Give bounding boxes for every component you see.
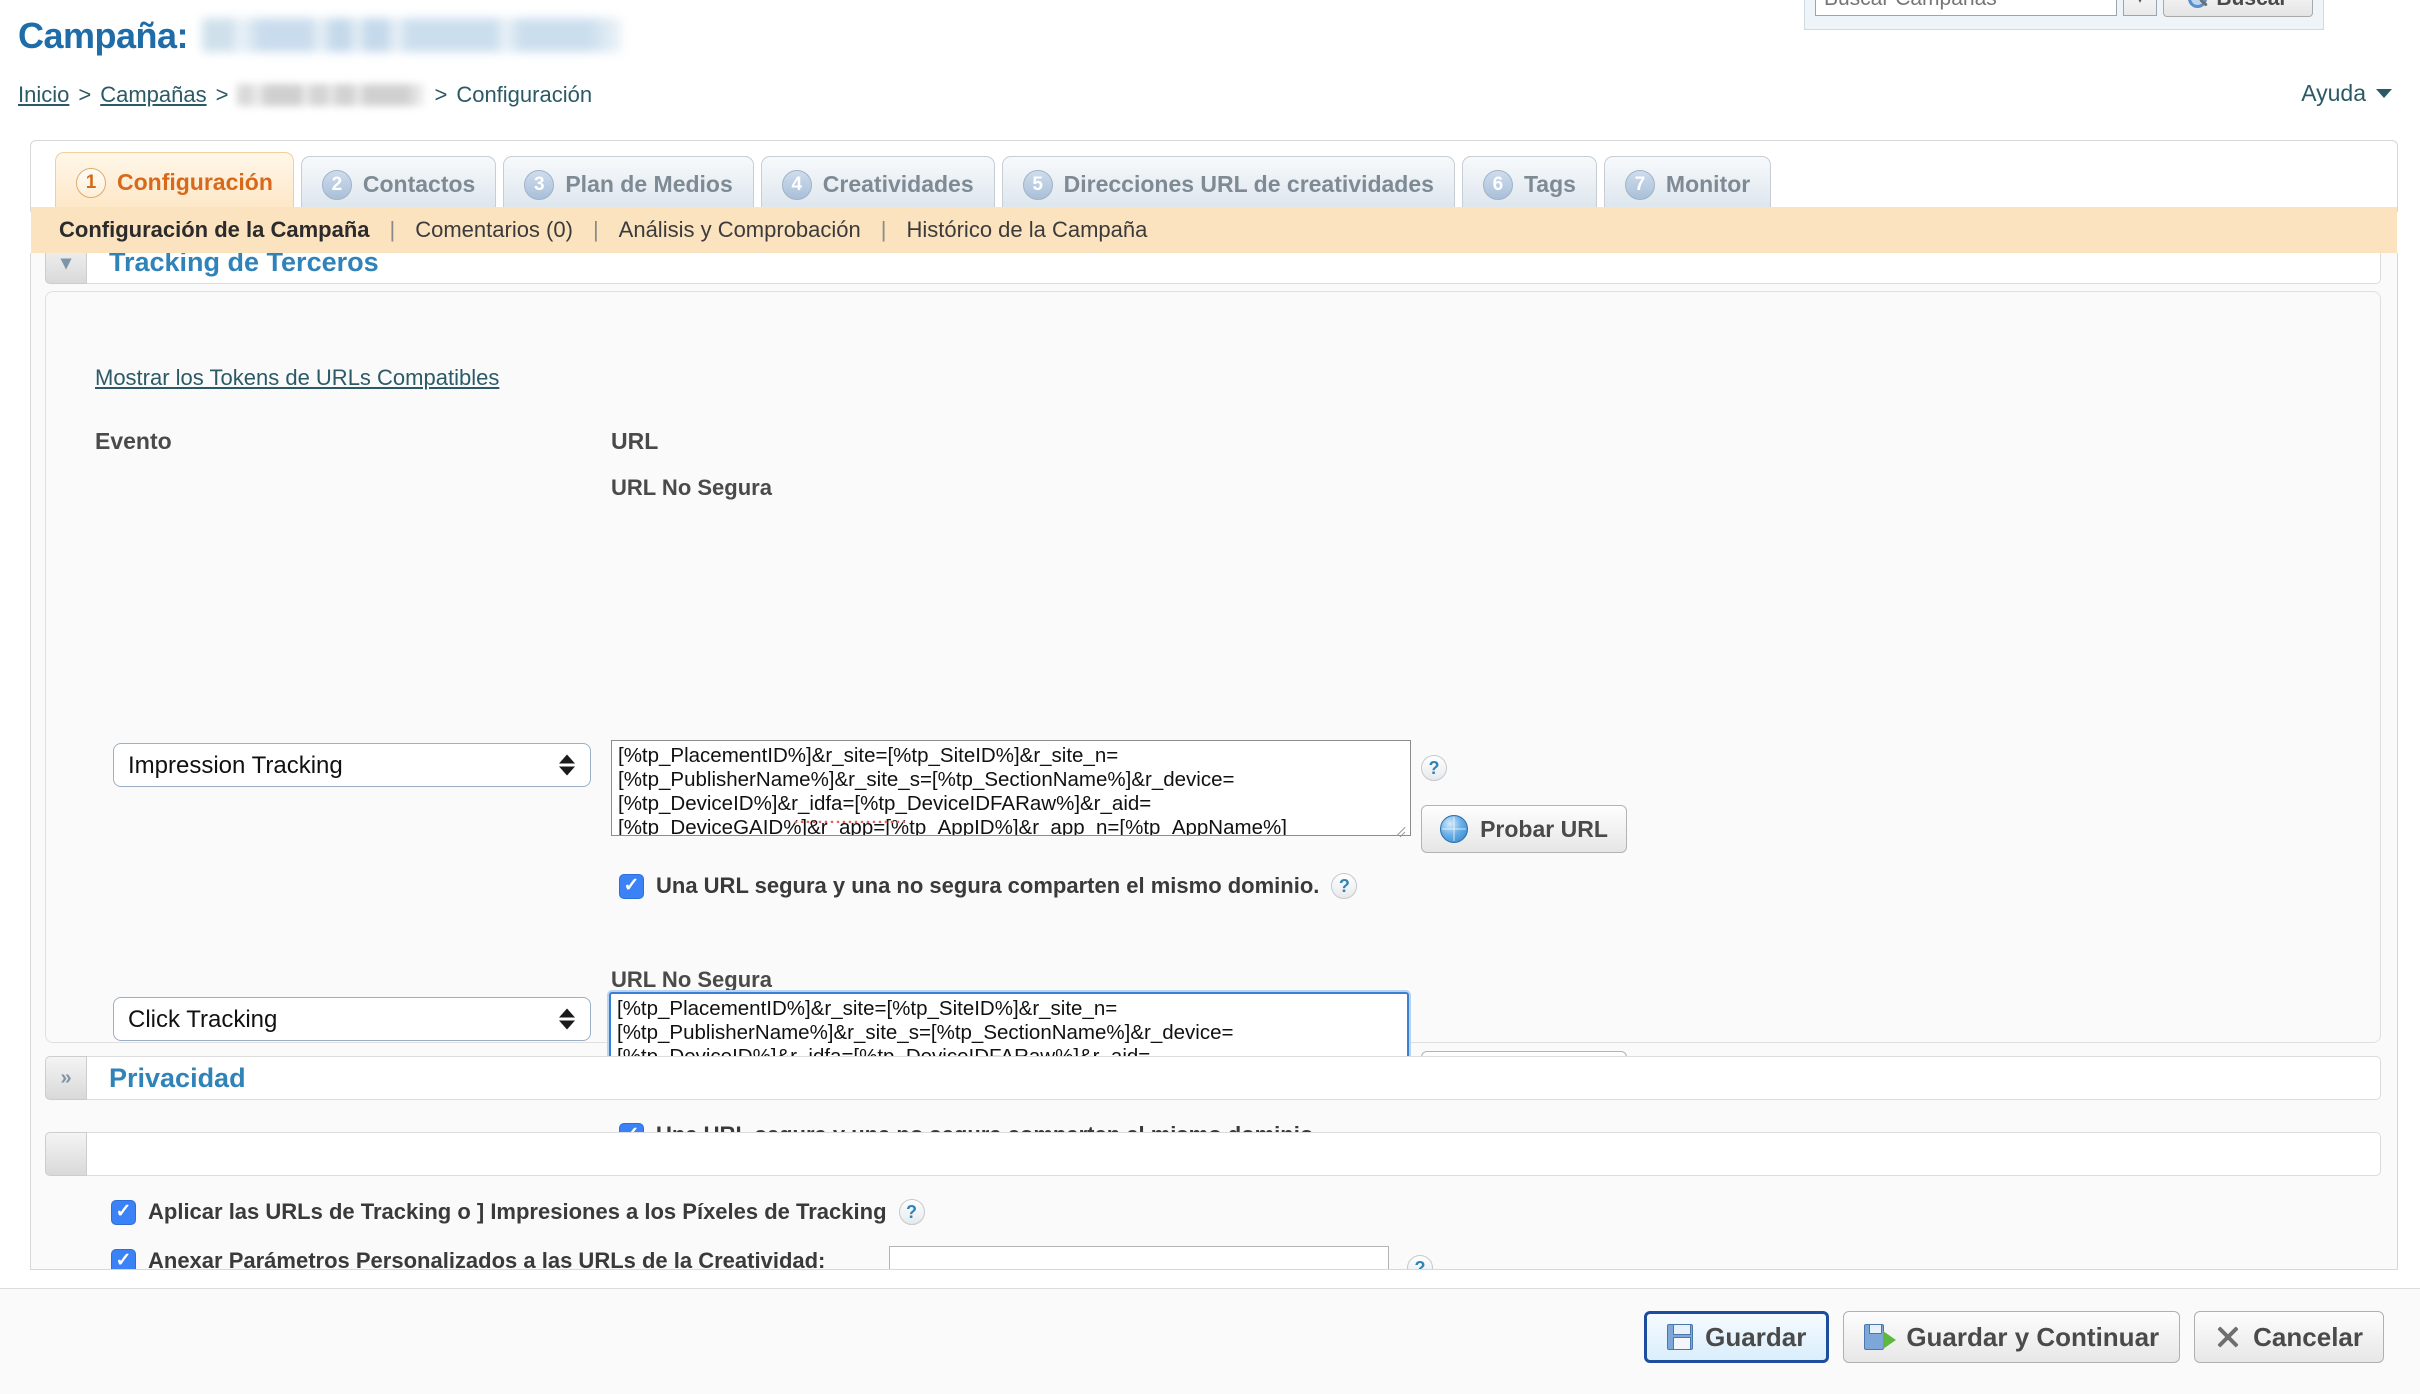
section-header-privacidad[interactable]: » Privacidad	[45, 1055, 2381, 1101]
tab-number: 7	[1624, 169, 1655, 200]
tab-plan-de-medios[interactable]: 3 Plan de Medios	[503, 156, 754, 212]
same-domain-row1[interactable]: Una URL segura y una no segura comparten…	[619, 873, 1358, 899]
search-icon	[2188, 0, 2208, 9]
globe-icon	[1440, 815, 1469, 843]
tab-label: Direcciones URL de creatividades	[1063, 171, 1434, 197]
apply-tracking-urls-label: Aplicar las URLs de Tracking o ] Impresi…	[148, 1199, 887, 1224]
section-title-tracking: Tracking de Terceros	[87, 253, 2381, 284]
save-continue-icon	[1864, 1324, 1897, 1350]
chevron-down-icon: ▾	[2137, 0, 2143, 6]
help-menu[interactable]: Ayuda	[2301, 80, 2392, 107]
tab-number: 6	[1482, 169, 1513, 200]
column-header-url: URL	[611, 428, 659, 454]
tab-label: Contactos	[362, 171, 476, 197]
breadcrumb-separator: >	[215, 82, 229, 107]
tab-label: Monitor	[1665, 171, 1751, 197]
save-button-label: Guardar	[1705, 1321, 1807, 1352]
page-title-label: Campaña:	[18, 15, 189, 56]
section-title-next-partial	[87, 1132, 2381, 1176]
page-title: Campaña:	[18, 14, 623, 57]
campaign-name-redacted	[202, 18, 623, 52]
search-button-label: Buscar	[2216, 0, 2287, 11]
url-no-segura-label-row1: URL No Segura	[611, 475, 772, 500]
tab-number: 1	[76, 167, 106, 198]
breadcrumb-separator: >	[78, 82, 92, 107]
tracking-card	[45, 291, 2381, 1043]
chevron-right-icon[interactable]: »	[45, 1056, 87, 1100]
subnav-item-configuracion-campana[interactable]: Configuración de la Campaña	[57, 217, 372, 243]
save-and-continue-label: Guardar y Continuar	[1906, 1321, 2160, 1352]
breadcrumb-home[interactable]: Inicio	[18, 82, 69, 108]
tab-bar: 1 Configuración 2 Contactos 3 Plan de Me…	[30, 140, 2398, 212]
chevron-down-icon	[2376, 89, 2392, 98]
save-and-continue-button[interactable]: Guardar y Continuar	[1843, 1311, 2181, 1363]
tab-number: 4	[781, 169, 812, 200]
column-header-evento: Evento	[95, 428, 172, 454]
cancel-button[interactable]: Cancelar	[2194, 1311, 2384, 1363]
settings-panel: ▾ Tracking de Terceros Mostrar los Token…	[30, 253, 2398, 1270]
custom-params-input[interactable]	[889, 1246, 1389, 1269]
breadcrumb-campaigns[interactable]: Campañas	[100, 82, 206, 108]
subnav-separator: |	[389, 217, 396, 242]
same-domain-checkbox-impression[interactable]	[619, 873, 644, 899]
apply-tracking-urls-checkbox[interactable]	[111, 1199, 136, 1225]
tab-creatividades[interactable]: 4 Creatividades	[760, 156, 995, 212]
chevron-down-icon[interactable]: ▾	[45, 253, 87, 284]
append-custom-params-label: Anexar Parámetros Personalizados a las U…	[148, 1248, 826, 1270]
section-title-privacidad: Privacidad	[87, 1056, 2381, 1100]
append-custom-params-checkbox[interactable]	[111, 1248, 136, 1269]
sub-navigation: Configuración de la Campaña | Comentario…	[31, 207, 2397, 253]
chevron-right-icon[interactable]	[45, 1132, 87, 1176]
tab-label: Tags	[1523, 171, 1576, 197]
search-input[interactable]	[1815, 0, 2117, 16]
tab-label: Creatividades	[822, 171, 974, 197]
section-header-next-partial[interactable]	[45, 1131, 2381, 1177]
save-button[interactable]: Guardar	[1644, 1311, 1830, 1363]
help-icon-same-domain-row1[interactable]: ?	[1331, 873, 1358, 899]
close-icon	[2215, 1324, 2241, 1350]
footer-action-bar: Guardar Guardar y Continuar Cancelar	[0, 1288, 2420, 1394]
help-icon-apply-tracking-urls[interactable]: ?	[898, 1199, 925, 1225]
append-custom-params-row[interactable]: Anexar Parámetros Personalizados a las U…	[111, 1248, 826, 1270]
tab-direcciones-url[interactable]: 5 Direcciones URL de creatividades	[1001, 156, 1455, 212]
cancel-button-label: Cancelar	[2253, 1321, 2363, 1352]
breadcrumb-current: Configuración	[456, 82, 593, 107]
save-icon	[1667, 1324, 1694, 1350]
tab-configuracion[interactable]: 1 Configuración	[55, 152, 294, 212]
search-button[interactable]: Buscar	[2163, 0, 2313, 17]
help-icon-row1[interactable]: ?	[1421, 755, 1447, 781]
subnav-separator: |	[880, 217, 887, 242]
probar-url-button-impression[interactable]: Probar URL	[1421, 805, 1627, 853]
tab-tags[interactable]: 6 Tags	[1461, 156, 1597, 212]
tab-contactos[interactable]: 2 Contactos	[300, 156, 497, 212]
campaign-search-bar[interactable]: ▾ Buscar	[1804, 0, 2324, 30]
probar-url-label: Probar URL	[1480, 815, 1608, 842]
help-icon-custom-params[interactable]: ?	[1407, 1255, 1433, 1269]
event-select-impression-tracking[interactable]: Impression Tracking	[113, 743, 591, 787]
subnav-item-analisis[interactable]: Análisis y Comprobación	[617, 217, 863, 243]
apply-tracking-urls-row[interactable]: Aplicar las URLs de Tracking o ] Impresi…	[111, 1199, 925, 1225]
help-menu-label: Ayuda	[2301, 80, 2366, 106]
event-select-wrapper-row2: Click Tracking	[113, 997, 591, 1041]
search-scope-dropdown[interactable]: ▾	[2123, 0, 2157, 16]
section-header-tracking-de-terceros[interactable]: ▾ Tracking de Terceros	[45, 253, 2381, 285]
event-select-wrapper-row1: Impression Tracking	[113, 743, 591, 787]
subnav-item-historico[interactable]: Histórico de la Campaña	[904, 217, 1149, 243]
tracking-url-textarea-impression[interactable]	[611, 740, 1411, 836]
same-domain-label: Una URL segura y una no segura comparten…	[656, 873, 1320, 898]
show-compatible-url-tokens-link[interactable]: Mostrar los Tokens de URLs Compatibles	[95, 365, 499, 391]
tab-number: 3	[524, 169, 555, 200]
tab-number: 5	[1022, 169, 1053, 200]
subnav-separator: |	[592, 217, 599, 242]
breadcrumb: Inicio > Campañas > > Configuración	[18, 82, 592, 108]
tab-number: 2	[321, 169, 352, 200]
breadcrumb-separator: >	[434, 82, 448, 107]
tab-label: Configuración	[117, 169, 273, 195]
breadcrumb-campaign-redacted	[237, 84, 426, 106]
url-no-segura-label-row2: URL No Segura	[611, 967, 772, 992]
tab-monitor[interactable]: 7 Monitor	[1603, 156, 1772, 212]
tab-label: Plan de Medios	[565, 171, 733, 197]
subnav-item-comentarios[interactable]: Comentarios (0)	[413, 217, 575, 243]
event-select-click-tracking[interactable]: Click Tracking	[113, 997, 591, 1041]
